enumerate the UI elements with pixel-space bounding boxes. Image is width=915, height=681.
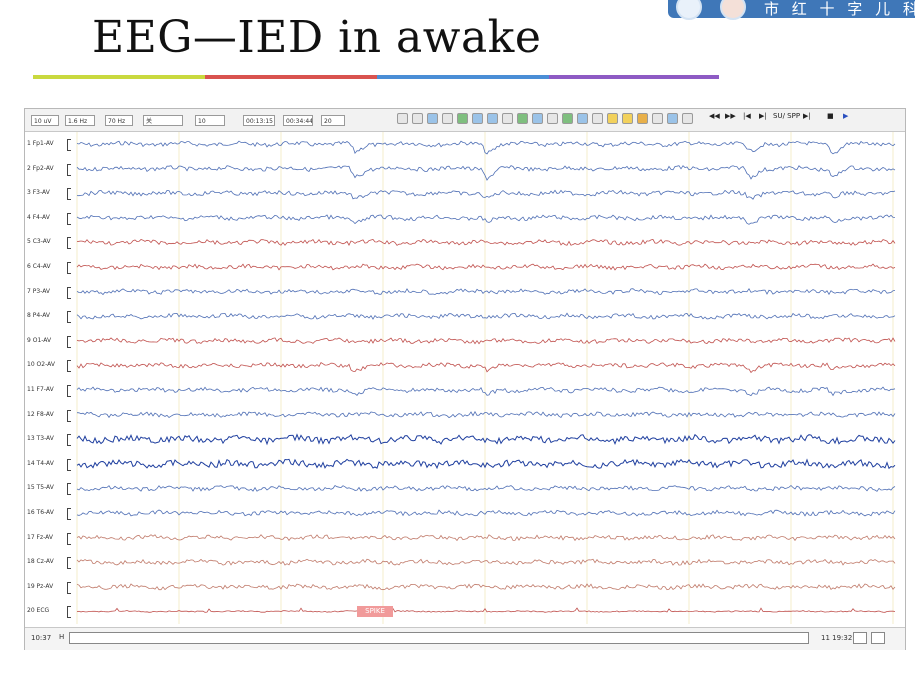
eeg-trace — [76, 386, 896, 397]
toolbar-nav-button[interactable]: ▶| — [803, 112, 811, 120]
zoom-button[interactable] — [871, 632, 885, 644]
title-underline-1 — [33, 75, 205, 79]
toolbar-button[interactable] — [397, 113, 408, 124]
toolbar-button[interactable] — [637, 113, 648, 124]
eeg-trace — [76, 337, 896, 345]
toolbar-button[interactable] — [667, 113, 678, 124]
toolbar-button[interactable] — [562, 113, 573, 124]
toolbar-button[interactable] — [577, 113, 588, 124]
view-toggle-button[interactable] — [853, 632, 867, 644]
slide-title: EEG—IED in awake — [92, 12, 542, 63]
page-info: 11 19:32 — [821, 634, 853, 642]
slide: EEG—IED in awake 市 红 十 字 儿 科 医 10 uV 1.6 … — [0, 0, 915, 681]
toolbar-button[interactable] — [652, 113, 663, 124]
toolbar-button[interactable] — [502, 113, 513, 124]
eeg-trace — [76, 288, 896, 296]
title-underline-2 — [205, 75, 377, 79]
toolbar-nav-button[interactable]: |◀ — [743, 112, 751, 120]
eeg-trace — [76, 484, 896, 492]
eeg-trace — [76, 583, 896, 591]
eeg-trace — [76, 140, 896, 155]
toolbar-button[interactable] — [622, 113, 633, 124]
toolbar-nav-button[interactable]: ■ — [827, 112, 834, 120]
eeg-trace — [76, 433, 896, 446]
toolbar-button[interactable] — [532, 113, 543, 124]
eeg-viewer: 10 uV 1.6 Hz 70 Hz 关 10 00:13:15 00:34:44 20 ◀◀ ▶… — [24, 108, 906, 650]
toolbar-button[interactable] — [487, 113, 498, 124]
toolbar-button[interactable] — [427, 113, 438, 124]
toolbar-nav-button[interactable]: ▶▶ — [725, 112, 736, 120]
toolbar-field[interactable]: 1.6 Hz — [65, 115, 95, 126]
eeg-trace — [76, 458, 896, 470]
eeg-toolbar: 10 uV 1.6 Hz 70 Hz 关 10 00:13:15 00:34:44 20 ◀◀ ▶… — [25, 109, 905, 132]
toolbar-button[interactable] — [472, 113, 483, 124]
toolbar-button[interactable] — [592, 113, 603, 124]
toolbar-button[interactable] — [412, 113, 423, 124]
toolbar-field[interactable]: 00:34:44 — [283, 115, 313, 126]
toolbar-field[interactable]: 00:13:15 — [243, 115, 275, 126]
red-cross-emblem-icon — [720, 0, 746, 20]
eeg-trace — [76, 312, 896, 320]
hospital-emblem-icon — [676, 0, 702, 20]
title-underline-3 — [377, 75, 549, 79]
eeg-trace — [76, 607, 896, 613]
title-underline-4 — [549, 75, 719, 79]
toolbar-field[interactable]: 10 — [195, 115, 225, 126]
eeg-trace — [76, 410, 896, 419]
hospital-logo: 市 红 十 字 儿 科 医 — [668, 0, 915, 20]
eeg-trace — [76, 362, 896, 374]
eeg-trace — [76, 509, 896, 517]
toolbar-button[interactable] — [547, 113, 558, 124]
toolbar-button[interactable] — [607, 113, 618, 124]
toolbar-button[interactable] — [457, 113, 468, 124]
eeg-trace — [76, 558, 896, 566]
event-marker[interactable]: SPIKE — [357, 606, 393, 617]
timeline-scrollbar[interactable] — [69, 632, 809, 644]
toolbar-button[interactable] — [517, 113, 528, 124]
toolbar-button[interactable] — [682, 113, 693, 124]
logo-text: 市 红 十 字 儿 科 医 — [764, 0, 915, 18]
toolbar-field[interactable]: 关 — [143, 115, 183, 126]
toolbar-nav-button[interactable]: SU/ SPP — [773, 112, 800, 120]
eeg-trace — [76, 165, 896, 181]
current-time: 10:37 — [31, 634, 52, 642]
eeg-statusbar: 10:37 H 11 19:32 — [25, 627, 905, 650]
eeg-trace — [76, 239, 896, 246]
toolbar-button[interactable] — [442, 113, 453, 124]
toolbar-nav-button[interactable]: ▶| — [759, 112, 767, 120]
eeg-trace — [76, 263, 896, 271]
toolbar-nav-button[interactable]: ▶ — [843, 112, 848, 120]
eeg-traces — [76, 132, 896, 624]
toolbar-field[interactable]: 10 uV — [31, 115, 59, 126]
toolbar-field[interactable]: 20 — [321, 115, 345, 126]
eeg-trace — [76, 189, 896, 200]
toolbar-field[interactable]: 70 Hz — [105, 115, 133, 126]
eeg-trace — [76, 214, 896, 225]
scroll-marker: H — [59, 633, 65, 641]
toolbar-nav-button[interactable]: ◀◀ — [709, 112, 720, 120]
eeg-trace — [76, 534, 896, 542]
